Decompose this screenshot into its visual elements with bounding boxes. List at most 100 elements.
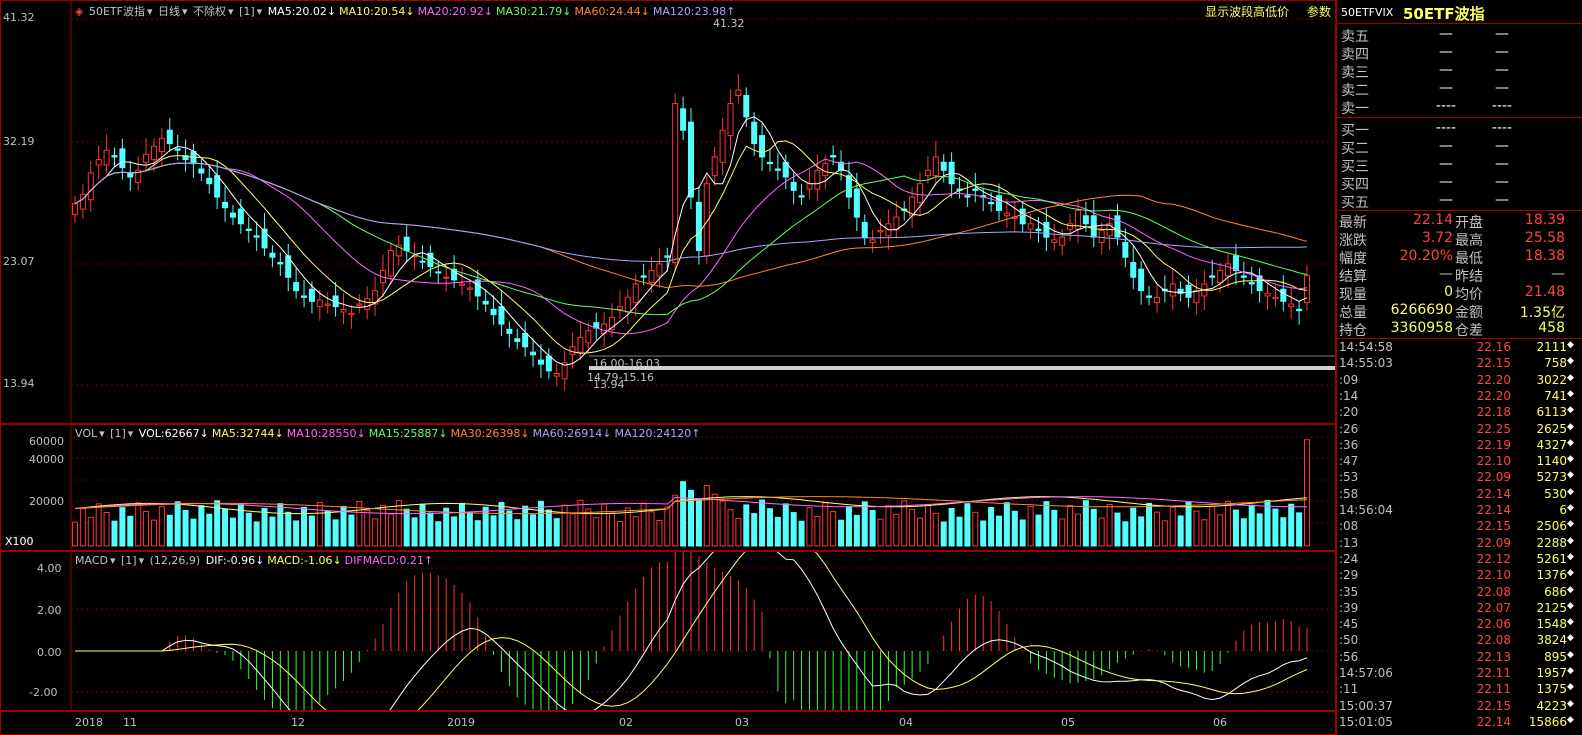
volume-bar — [72, 521, 78, 547]
direction-icon: ◆ — [1567, 584, 1574, 595]
volume-bar — [877, 518, 884, 547]
tick-volume: 2111 — [1536, 340, 1567, 354]
price-chart[interactable] — [1, 1, 1335, 423]
volume-bar — [885, 505, 892, 547]
symbol-name[interactable]: 50ETF波指 — [89, 5, 145, 18]
tick-time: :56 — [1339, 649, 1359, 664]
quote-row: 卖三 — — — [1337, 62, 1582, 81]
tick-time: 14:57:06 — [1339, 666, 1393, 680]
volume-bar — [451, 516, 458, 547]
volume-bar — [853, 514, 860, 547]
stat-value: 458 — [1538, 320, 1565, 336]
volume-bar — [95, 503, 102, 547]
volume-bar — [514, 519, 521, 547]
volume-chart[interactable] — [1, 425, 1335, 550]
stat-value: 3.72 — [1421, 230, 1453, 246]
vol-title[interactable]: VOL — [75, 427, 97, 440]
price-panel[interactable]: ◈ 50ETF波指 ▾ 日线 ▾ 不除权 ▾ [1] ▾ MA5:20.02↓ MA10:… — [0, 0, 1336, 424]
candle — [1043, 221, 1050, 238]
candle — [1169, 283, 1176, 297]
candle — [1019, 208, 1026, 225]
macd-title[interactable]: MACD — [75, 554, 108, 567]
chevron-down-icon[interactable]: ▾ — [128, 427, 134, 440]
stat-value: 6266690 — [1390, 302, 1453, 318]
show-band-link[interactable]: 显示波段高低价 — [1205, 5, 1289, 19]
candle — [759, 135, 766, 158]
tick-row: :36 22.19 4327 ◆ — [1337, 438, 1582, 454]
candle — [277, 262, 284, 265]
quote-name: 50ETF波指 — [1403, 5, 1485, 23]
vol-legend-item: MA30:26398↓ — [450, 427, 530, 440]
quote-row: 卖四 — — — [1337, 44, 1582, 63]
volume-bar — [1074, 513, 1081, 547]
volume-bar — [940, 521, 947, 547]
volume-bar — [87, 516, 94, 547]
adjust-select[interactable]: 不除权 — [193, 5, 226, 18]
quote-row: 卖二 — — — [1337, 80, 1582, 99]
quote-row: 卖一 ---- ---- — [1337, 98, 1582, 117]
tick-price: 22.10 — [1476, 454, 1511, 469]
candle — [150, 145, 157, 161]
volume-bar — [316, 502, 323, 547]
volume-bar — [150, 519, 157, 547]
chevron-down-icon[interactable]: ▾ — [110, 554, 116, 567]
chevron-down-icon[interactable]: ▾ — [147, 5, 153, 18]
vol-legend-item: MA5:32744↓ — [211, 427, 284, 440]
stat-label: 均价 — [1455, 287, 1483, 303]
tick-price: 22.09 — [1476, 535, 1511, 550]
volume-bar — [616, 520, 623, 547]
volume-bar — [1035, 514, 1042, 547]
macd-chart[interactable] — [1, 552, 1335, 710]
candle — [103, 149, 110, 166]
macd-legend-item: DIFMACD:0.21↑ — [344, 554, 434, 567]
tick-volume: 530 — [1544, 486, 1567, 501]
chevron-down-icon[interactable]: ▾ — [99, 427, 105, 440]
volume-bar — [1296, 512, 1303, 547]
stat-label: 最低 — [1455, 251, 1483, 267]
chevron-down-icon[interactable]: ▾ — [257, 5, 263, 18]
macd-panel[interactable]: MACD ▾ [1] ▾ (12,26,9) DIF:-0.96↓ MACD:-1.0… — [0, 551, 1336, 711]
candle — [1082, 215, 1089, 225]
volume-bar — [1201, 519, 1208, 547]
volume-bar — [743, 504, 750, 547]
tick-row: :26 22.25 2625 ◆ — [1337, 422, 1582, 438]
volume-panel[interactable]: VOL ▾ [1] ▾ VOL:62667↓ MA5:32744↓ MA10:28550… — [0, 424, 1336, 551]
volume-bar — [387, 513, 394, 547]
chevron-down-icon[interactable]: ▾ — [139, 554, 145, 567]
divider — [1337, 338, 1582, 339]
date-axis: 2018 11 12 2019 02 03 04 05 06 — [0, 711, 1336, 735]
volume-bar — [553, 518, 560, 547]
stat-label: 现量 — [1339, 287, 1367, 303]
date-label: 06 — [1213, 716, 1227, 729]
chevron-down-icon[interactable]: ▾ — [182, 5, 188, 18]
quote-volume: ---- — [1491, 98, 1513, 114]
tick-time: :24 — [1339, 551, 1359, 566]
tick-row: :24 22.12 5261 ◆ — [1337, 552, 1582, 568]
params-link[interactable]: 参数 — [1307, 5, 1331, 19]
direction-icon: ◆ — [1567, 682, 1574, 693]
volume-bar — [1003, 502, 1010, 547]
quote-label: 卖五 — [1341, 29, 1369, 45]
chevron-down-icon[interactable]: ▾ — [228, 5, 234, 18]
tick-time: :58 — [1339, 486, 1359, 501]
candle — [482, 300, 489, 305]
quote-label: 买五 — [1341, 195, 1369, 211]
tick-time: :26 — [1339, 421, 1359, 436]
ma-legend-item: MA10:20.54↓ — [339, 5, 415, 18]
volume-bar — [1193, 510, 1200, 547]
period-select[interactable]: 日线 — [158, 5, 180, 18]
candle — [688, 121, 694, 198]
divider — [1337, 117, 1582, 118]
candle — [806, 183, 813, 190]
candle — [893, 216, 900, 230]
tick-row: :35 22.08 686 ◆ — [1337, 585, 1582, 601]
volume-bar — [838, 519, 845, 547]
candle — [877, 229, 884, 233]
volume-bar — [956, 516, 963, 547]
volume-bar — [1138, 516, 1145, 547]
tick-time: :53 — [1339, 470, 1359, 485]
candle — [1193, 290, 1200, 304]
direction-icon: ◆ — [1567, 633, 1574, 644]
direction-icon: ◆ — [1567, 356, 1574, 367]
tick-time: :08 — [1339, 519, 1359, 534]
